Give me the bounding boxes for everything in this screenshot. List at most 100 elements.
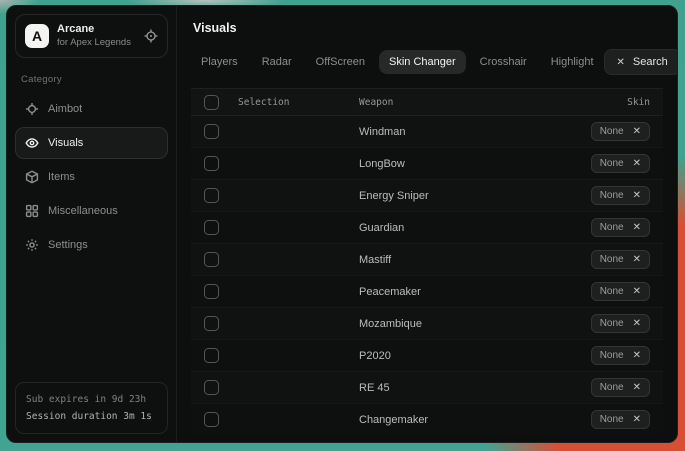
skin-badge[interactable]: None ✕	[591, 282, 650, 301]
skin-badge[interactable]: None ✕	[591, 410, 650, 429]
clear-skin-icon[interactable]: ✕	[633, 223, 641, 233]
search-button[interactable]: ✕ Search	[604, 49, 678, 75]
skin-badge[interactable]: None ✕	[591, 154, 650, 173]
skin-badge[interactable]: None ✕	[591, 378, 650, 397]
crosshair-icon	[25, 102, 39, 116]
table-row: Energy Sniper None ✕	[191, 180, 663, 212]
skin-value: None	[600, 382, 624, 393]
skin-value: None	[600, 158, 624, 169]
select-all-checkbox[interactable]	[204, 95, 219, 110]
row-checkbox[interactable]	[204, 252, 219, 267]
close-icon: ✕	[617, 57, 625, 68]
tab[interactable]: Highlight	[541, 50, 604, 74]
clear-skin-icon[interactable]: ✕	[633, 287, 641, 297]
weapon-name: Guardian	[359, 222, 591, 234]
table-row: RE 45 None ✕	[191, 372, 663, 404]
weapon-name: Changemaker	[359, 414, 591, 426]
skin-value: None	[600, 414, 624, 425]
app-subtitle: for Apex Legends	[57, 37, 136, 49]
skin-value: None	[600, 254, 624, 265]
tab[interactable]: Skin Changer	[379, 50, 466, 74]
weapon-name: Mozambique	[359, 318, 591, 330]
sidebar-item-label: Items	[48, 171, 75, 183]
clear-skin-icon[interactable]: ✕	[633, 351, 641, 361]
column-header-weapon: Weapon	[359, 97, 627, 108]
sidebar-item[interactable]: Miscellaneous	[15, 195, 168, 227]
clear-skin-icon[interactable]: ✕	[633, 159, 641, 169]
row-checkbox[interactable]	[204, 412, 219, 427]
app-window: A Arcane for Apex Legends Category Aimbo…	[6, 5, 678, 443]
page-title: Visuals	[193, 21, 661, 35]
skin-value: None	[600, 318, 624, 329]
weapon-name: RE 45	[359, 382, 591, 394]
row-checkbox[interactable]	[204, 124, 219, 139]
table-row: Mastiff None ✕	[191, 244, 663, 276]
row-checkbox[interactable]	[204, 188, 219, 203]
session-duration-text: Session duration 3m 1s	[26, 408, 157, 425]
app-header-card: A Arcane for Apex Legends	[15, 14, 168, 58]
tab[interactable]: OffScreen	[306, 50, 375, 74]
sidebar-item[interactable]: Aimbot	[15, 93, 168, 125]
weapon-name: Windman	[359, 126, 591, 138]
skin-value: None	[600, 350, 624, 361]
tab[interactable]: Crosshair	[470, 50, 537, 74]
clear-skin-icon[interactable]: ✕	[633, 127, 641, 137]
skin-badge[interactable]: None ✕	[591, 122, 650, 141]
skin-value: None	[600, 222, 624, 233]
sidebar-item[interactable]: Visuals	[15, 127, 168, 159]
eye-icon	[25, 136, 39, 150]
skin-badge[interactable]: None ✕	[591, 314, 650, 333]
skin-table: Selection Weapon Skin Windman None ✕	[191, 88, 663, 434]
table-row: Peacemaker None ✕	[191, 276, 663, 308]
table-row: Windman None ✕	[191, 116, 663, 148]
sidebar-item[interactable]: Settings	[15, 229, 168, 261]
grid-icon	[25, 204, 39, 218]
skin-badge[interactable]: None ✕	[591, 250, 650, 269]
tab[interactable]: Radar	[252, 50, 302, 74]
subscription-info-card: Sub expires in 9d 23h Session duration 3…	[15, 382, 168, 434]
box-icon	[25, 170, 39, 184]
table-body: Windman None ✕ LongBow None ✕	[191, 116, 663, 434]
category-label: Category	[21, 74, 162, 85]
weapon-name: Mastiff	[359, 254, 591, 266]
clear-skin-icon[interactable]: ✕	[633, 383, 641, 393]
skin-badge[interactable]: None ✕	[591, 186, 650, 205]
sidebar-item-label: Aimbot	[48, 103, 82, 115]
table-row: Mozambique None ✕	[191, 308, 663, 340]
weapon-name: Peacemaker	[359, 286, 591, 298]
target-icon[interactable]	[144, 29, 158, 43]
clear-skin-icon[interactable]: ✕	[633, 255, 641, 265]
clear-skin-icon[interactable]: ✕	[633, 319, 641, 329]
row-checkbox[interactable]	[204, 316, 219, 331]
table-row: P2020 None ✕	[191, 340, 663, 372]
tab[interactable]: Players	[191, 50, 248, 74]
row-checkbox[interactable]	[204, 380, 219, 395]
weapon-name: LongBow	[359, 158, 591, 170]
app-logo: A	[25, 24, 49, 48]
table-row: Changemaker None ✕	[191, 404, 663, 434]
row-checkbox[interactable]	[204, 156, 219, 171]
row-checkbox[interactable]	[204, 284, 219, 299]
skin-badge[interactable]: None ✕	[591, 218, 650, 237]
table-row: Guardian None ✕	[191, 212, 663, 244]
sidebar: A Arcane for Apex Legends Category Aimbo…	[7, 6, 177, 442]
skin-value: None	[600, 286, 624, 297]
sidebar-item-label: Settings	[48, 239, 88, 251]
column-header-skin: Skin	[627, 97, 650, 108]
tabs-row: Players Radar OffScreen Skin Changer Cro…	[191, 49, 663, 75]
row-checkbox[interactable]	[204, 348, 219, 363]
sidebar-nav: Aimbot Visuals Items Miscellaneous	[15, 93, 168, 261]
sidebar-item[interactable]: Items	[15, 161, 168, 193]
row-checkbox[interactable]	[204, 220, 219, 235]
app-title: Arcane	[57, 23, 136, 37]
weapon-name: P2020	[359, 350, 591, 362]
skin-badge[interactable]: None ✕	[591, 346, 650, 365]
search-button-label: Search	[633, 56, 668, 68]
gear-icon	[25, 238, 39, 252]
clear-skin-icon[interactable]: ✕	[633, 415, 641, 425]
skin-value: None	[600, 126, 624, 137]
table-row: LongBow None ✕	[191, 148, 663, 180]
sub-expiry-text: Sub expires in 9d 23h	[26, 391, 157, 408]
clear-skin-icon[interactable]: ✕	[633, 191, 641, 201]
main-panel: Visuals Players Radar OffScreen Skin Cha…	[177, 6, 677, 442]
